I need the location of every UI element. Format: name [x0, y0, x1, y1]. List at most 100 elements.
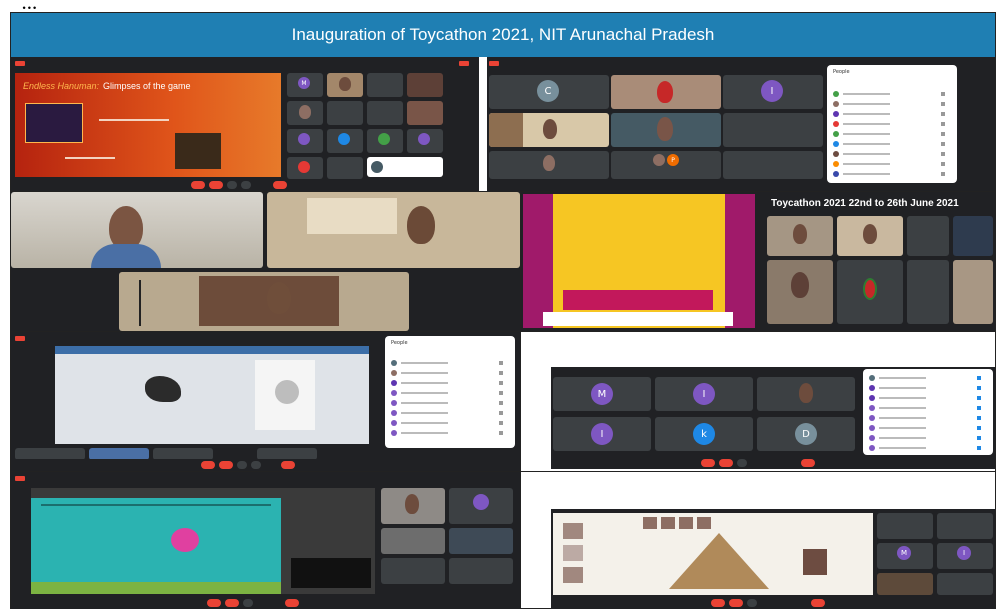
meet-row-2-left: [11, 192, 520, 331]
participant-tile[interactable]: I: [553, 417, 651, 451]
participant-tile[interactable]: [287, 101, 323, 125]
participant-tile[interactable]: [723, 151, 823, 179]
participant-tile[interactable]: [611, 75, 721, 109]
participant-tile[interactable]: M: [287, 73, 323, 97]
participant-tile[interactable]: [381, 558, 445, 584]
participant-tile[interactable]: [757, 377, 855, 411]
captions-icon[interactable]: [243, 599, 253, 607]
puzzle-piece: [563, 545, 583, 561]
participant-tile[interactable]: [407, 101, 443, 125]
shared-screen: [55, 346, 369, 444]
participant-tile[interactable]: I: [937, 543, 993, 569]
participant-tile[interactable]: [367, 101, 403, 125]
participant-tile[interactable]: [953, 216, 993, 256]
avatar: M: [591, 383, 613, 405]
present-icon[interactable]: [251, 461, 261, 469]
lamp: [139, 280, 141, 326]
mic-icon[interactable]: [201, 461, 215, 469]
participant-tile[interactable]: [489, 151, 609, 179]
participant-tile[interactable]: [449, 488, 513, 524]
participant-tile[interactable]: [489, 113, 609, 147]
meet-row-4-left: [11, 472, 520, 609]
participant-tile[interactable]: [449, 558, 513, 584]
participant-tile[interactable]: [327, 157, 363, 179]
participant-tile[interactable]: [723, 113, 823, 147]
camera-icon[interactable]: [219, 461, 233, 469]
participant-tile[interactable]: [407, 129, 443, 153]
captions-icon[interactable]: [227, 181, 237, 189]
participant-tile[interactable]: M: [877, 543, 933, 569]
captions-icon[interactable]: [237, 461, 247, 469]
participant-tile[interactable]: [287, 129, 323, 153]
participant-tile[interactable]: [327, 101, 363, 125]
meeting-controls: [551, 597, 995, 609]
participant-tile[interactable]: I: [723, 75, 823, 109]
game-cover-image: [25, 103, 83, 143]
participant-tile[interactable]: [877, 513, 933, 539]
camera-icon[interactable]: [719, 459, 733, 467]
participant-face: [657, 81, 673, 103]
participant-tile[interactable]: [767, 216, 833, 256]
participant-tile[interactable]: [877, 573, 933, 595]
participant-tile[interactable]: [837, 216, 903, 256]
participant-tile[interactable]: [287, 157, 323, 179]
hangup-icon[interactable]: [811, 599, 825, 607]
participant-face: [793, 224, 807, 244]
hangup-icon[interactable]: [281, 461, 295, 469]
participant-face: [657, 117, 673, 141]
participant-face: [405, 494, 419, 514]
meeting-controls: [11, 597, 520, 609]
camera-icon[interactable]: [729, 599, 743, 607]
camera-icon[interactable]: [209, 181, 223, 189]
mic-icon[interactable]: [191, 181, 205, 189]
participant-face: [863, 224, 877, 244]
participant-tile[interactable]: [327, 129, 363, 153]
participant-tile[interactable]: [611, 113, 721, 147]
camera-icon[interactable]: [225, 599, 239, 607]
participant-tile[interactable]: P: [611, 151, 721, 179]
participant-tile[interactable]: [767, 260, 833, 324]
mic-icon[interactable]: [711, 599, 725, 607]
participant-tile[interactable]: D: [757, 417, 855, 451]
image-bat: [145, 376, 181, 402]
participant-tile[interactable]: C: [489, 75, 609, 109]
participant-tile[interactable]: [449, 528, 513, 554]
present-icon[interactable]: [241, 181, 251, 189]
participant-tile[interactable]: I: [655, 377, 753, 411]
avatar: [418, 133, 430, 145]
participant-tile[interactable]: [367, 73, 403, 97]
participant-tile[interactable]: [937, 573, 993, 595]
hangup-icon[interactable]: [285, 599, 299, 607]
shared-screen: [553, 513, 873, 595]
participant-tile[interactable]: M: [553, 377, 651, 411]
people-title: People: [833, 69, 850, 75]
meeting-controls: [551, 457, 995, 469]
video-thumbnail: [291, 558, 371, 588]
captions-icon[interactable]: [747, 599, 757, 607]
participant-tile[interactable]: [953, 260, 993, 324]
hangup-icon[interactable]: [273, 181, 287, 189]
mic-icon[interactable]: [207, 599, 221, 607]
window-titlebar: [55, 346, 369, 354]
participant-tile[interactable]: [837, 260, 903, 324]
captions-icon[interactable]: [737, 459, 747, 467]
participant-tile[interactable]: [907, 260, 949, 324]
mic-icon[interactable]: [701, 459, 715, 467]
participant-tile[interactable]: [937, 513, 993, 539]
dialog-circle: [275, 380, 299, 404]
avatar: M: [897, 546, 911, 560]
hangup-icon[interactable]: [801, 459, 815, 467]
participant-tile[interactable]: [381, 488, 445, 524]
video-feed: [11, 192, 263, 268]
avatar: [473, 494, 489, 510]
participant-tile[interactable]: [327, 73, 363, 97]
people-panel: People: [827, 65, 957, 183]
meeting-controls: [11, 459, 520, 471]
participant-tile[interactable]: [367, 129, 403, 153]
participant-tile[interactable]: [381, 528, 445, 554]
participant-tile[interactable]: [907, 216, 949, 256]
participant-tile[interactable]: [407, 73, 443, 97]
slide-title-accent: Endless Hanuman:: [23, 81, 100, 91]
rec-indicator: [459, 61, 469, 66]
participant-tile[interactable]: k: [655, 417, 753, 451]
